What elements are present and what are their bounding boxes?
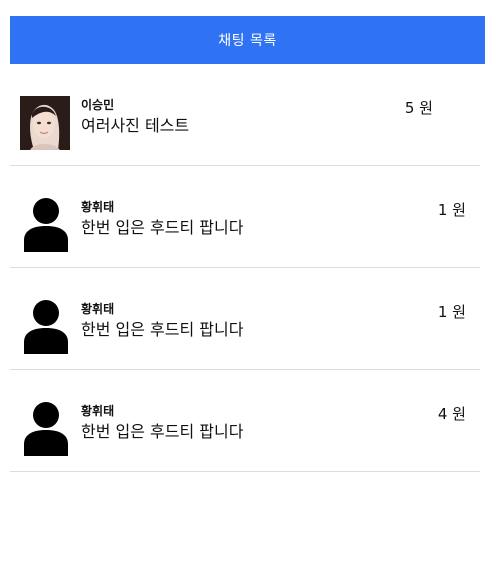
chat-list-item[interactable]: 황휘태 한번 입은 후드티 팝니다 1 원: [10, 268, 480, 370]
default-user-icon: [24, 198, 68, 252]
page-title: 채팅 목록: [218, 33, 277, 49]
default-user-icon: [24, 402, 68, 456]
chat-item-title: 한번 입은 후드티 팝니다: [81, 422, 244, 441]
chat-list-item[interactable]: 이승민 여러사진 테스트 5 원: [10, 64, 480, 166]
chat-item-title: 여러사진 테스트: [81, 116, 190, 135]
profile-photo-icon: [20, 96, 70, 150]
chat-list: 이승민 여러사진 테스트 5 원 황휘태 한번 입은 후드티 팝니다 1 원 황…: [10, 64, 480, 472]
chat-sender-name: 황휘태: [81, 302, 115, 316]
chat-sender-name: 이승민: [81, 98, 115, 112]
chat-item-price: 1 원: [437, 303, 466, 321]
chat-item-title: 한번 입은 후드티 팝니다: [81, 218, 244, 237]
default-user-icon: [24, 300, 68, 354]
chat-list-item[interactable]: 황휘태 한번 입은 후드티 팝니다 1 원: [10, 166, 480, 268]
avatar: [20, 96, 70, 150]
chat-sender-name: 황휘태: [81, 200, 115, 214]
chat-list-item[interactable]: 황휘태 한번 입은 후드티 팝니다 4 원: [10, 370, 480, 472]
chat-item-title: 한번 입은 후드티 팝니다: [81, 320, 244, 339]
chat-item-price: 1 원: [437, 201, 466, 219]
chat-list-header: 채팅 목록: [10, 16, 485, 64]
chat-sender-name: 황휘태: [81, 404, 115, 418]
chat-item-price: 4 원: [437, 405, 466, 423]
chat-item-price: 5 원: [404, 99, 433, 117]
